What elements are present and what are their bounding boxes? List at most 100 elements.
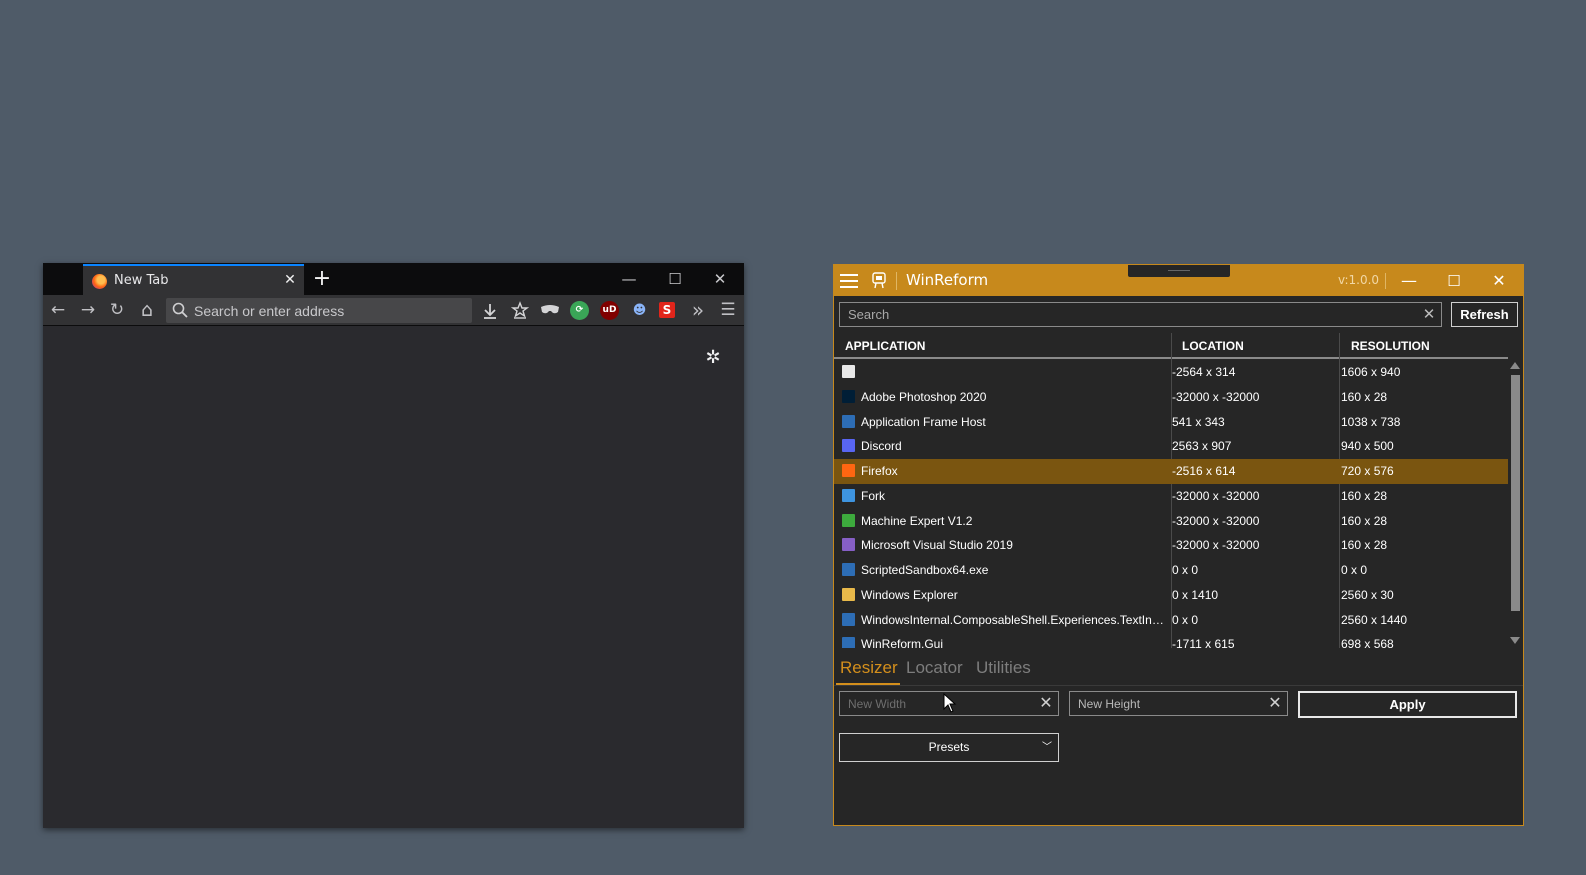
tab-new-tab[interactable]: New Tab ✕ [83, 264, 304, 295]
title-separator [896, 272, 897, 290]
app-window-icon [842, 612, 855, 626]
table-row[interactable]: WinReform.Gui -1711 x 615 698 x 568 [834, 632, 1508, 648]
row-application: Adobe Photoshop 2020 [861, 389, 987, 404]
column-header-resolution[interactable]: RESOLUTION [1351, 339, 1430, 353]
minimize-button[interactable]: — [617, 266, 641, 292]
presets-label: Presets [928, 740, 970, 754]
tab-utilities[interactable]: Utilities [976, 658, 1031, 678]
forward-button[interactable]: → [76, 298, 100, 322]
row-location: 0 x 1410 [1172, 587, 1219, 602]
new-width-input[interactable] [848, 692, 1028, 715]
table-row[interactable]: Adobe Photoshop 2020 -32000 x -32000 160 x… [834, 385, 1508, 410]
table-scrollbar[interactable] [1508, 358, 1523, 648]
search-input[interactable] [848, 303, 1418, 326]
column-header-application[interactable]: APPLICATION [845, 339, 925, 353]
hamburger-menu-icon[interactable] [840, 274, 858, 288]
app-title: WinReform [906, 271, 989, 289]
sync-icon[interactable]: ⟳ [570, 301, 589, 320]
app-window-icon [842, 563, 855, 576]
ghost-icon[interactable]: ☻ [630, 301, 649, 320]
ublock-icon[interactable]: uD [600, 301, 619, 320]
row-resolution: 160 x 28 [1341, 538, 1388, 553]
row-location: -2564 x 314 [1172, 365, 1236, 379]
maximize-button[interactable]: ☐ [663, 266, 687, 292]
row-location: 0 x 0 [1172, 563, 1199, 577]
table-row[interactable]: ScriptedSandbox64.exe 0 x 0 0 x 0 [834, 558, 1508, 583]
row-location: -32000 x -32000 [1172, 538, 1260, 553]
title-bar[interactable]: WinReform v:1.0.0 — ☐ ✕ [834, 265, 1523, 296]
firefox-icon [842, 464, 855, 477]
address-bar[interactable] [166, 298, 472, 323]
app-window-icon [842, 637, 855, 648]
new-height-input[interactable] [1078, 692, 1258, 715]
row-application: Fork [861, 488, 885, 503]
row-resolution: 1606 x 940 [1341, 365, 1401, 379]
mask-icon[interactable] [540, 303, 560, 317]
row-location: -32000 x -32000 [1172, 389, 1260, 404]
row-application: Discord [861, 439, 902, 454]
maximize-button[interactable]: ☐ [1440, 267, 1468, 295]
presets-dropdown[interactable]: Presets ﹀ [839, 733, 1059, 762]
tab-title: New Tab [114, 273, 169, 288]
row-location: 2563 x 907 [1172, 439, 1232, 454]
refresh-button[interactable]: Refresh [1451, 302, 1518, 327]
row-resolution: 2560 x 1440 [1341, 612, 1408, 627]
clear-width-icon[interactable]: ✕ [1037, 694, 1055, 712]
close-window-button[interactable]: ✕ [1485, 267, 1513, 295]
row-resolution: 160 x 28 [1341, 488, 1388, 503]
column-header-location[interactable]: LOCATION [1182, 339, 1244, 353]
table-row[interactable]: Firefox -2516 x 614 720 x 576 [834, 459, 1508, 484]
window-table: APPLICATION LOCATION RESOLUTION -2564 x … [834, 333, 1508, 648]
overflow-icon[interactable]: » [686, 298, 710, 322]
tab-resizer[interactable]: Resizer [840, 658, 898, 678]
row-location: -2516 x 614 [1172, 464, 1236, 478]
reload-button[interactable]: ↻ [105, 298, 129, 322]
firefox-window: New Tab ✕ + — ☐ ✕ ← → ↻ ⌂ Search or ente… [43, 263, 744, 828]
drag-grip[interactable] [1128, 265, 1230, 277]
discord-icon [842, 439, 855, 453]
close-tab-icon[interactable]: ✕ [282, 272, 298, 288]
gear-icon[interactable]: ✲ [703, 348, 723, 368]
minimize-button[interactable]: — [1395, 267, 1423, 295]
download-icon[interactable] [481, 302, 499, 320]
home-button[interactable]: ⌂ [135, 298, 159, 322]
menu-icon[interactable]: ☰ [716, 298, 740, 322]
mouse-cursor-icon [943, 693, 957, 713]
photoshop-icon [842, 389, 855, 403]
row-application: Machine Expert V1.2 [861, 513, 973, 528]
table-row[interactable]: Application Frame Host 541 x 343 1038 x 73… [834, 410, 1508, 435]
new-tab-button[interactable]: + [310, 267, 334, 291]
search-box[interactable]: ✕ [839, 302, 1442, 327]
height-field[interactable]: ✕ [1069, 691, 1288, 716]
mode-tabs: Resizer Locator Utilities [834, 655, 1523, 686]
table-row[interactable]: Fork -32000 x -32000 160 x 28 [834, 484, 1508, 509]
address-input[interactable] [194, 298, 466, 323]
table-row[interactable]: WindowsInternal.ComposableShell.Experien… [834, 608, 1508, 633]
navigation-toolbar: ← → ↻ ⌂ ⟳ uD ☻ S » ☰ [43, 295, 744, 326]
s-extension-icon[interactable]: S [659, 302, 675, 318]
window-icon [842, 365, 855, 378]
row-location: -1711 x 615 [1172, 637, 1235, 648]
close-window-button[interactable]: ✕ [708, 266, 732, 292]
table-row[interactable]: Microsoft Visual Studio 2019 -32000 x -32… [834, 533, 1508, 558]
row-location: -32000 x -32000 [1172, 513, 1260, 528]
table-row[interactable]: Windows Explorer 0 x 1410 2560 x 30 [834, 583, 1508, 608]
apply-button[interactable]: Apply [1298, 691, 1517, 718]
tab-locator[interactable]: Locator [906, 658, 963, 678]
scroll-down-icon[interactable] [1510, 637, 1520, 644]
back-button[interactable]: ← [46, 298, 70, 322]
winreform-window: WinReform v:1.0.0 — ☐ ✕ ✕ Refresh APPLIC… [833, 264, 1524, 826]
row-resolution: 0 x 0 [1341, 563, 1368, 577]
table-row[interactable]: Discord 2563 x 907 940 x 500 [834, 434, 1508, 459]
scroll-up-icon[interactable] [1510, 362, 1520, 369]
clear-search-icon[interactable]: ✕ [1421, 306, 1437, 322]
version-label: v:1.0.0 [1338, 273, 1380, 287]
bookmarks-icon[interactable] [511, 301, 529, 319]
row-resolution: 940 x 500 [1341, 439, 1394, 454]
row-resolution: 160 x 28 [1341, 513, 1388, 528]
table-row[interactable]: -2564 x 314 1606 x 940 [834, 360, 1508, 385]
clear-height-icon[interactable]: ✕ [1266, 694, 1284, 712]
scrollbar-thumb[interactable] [1511, 375, 1520, 611]
table-row[interactable]: Machine Expert V1.2 -32000 x -32000 160 x … [834, 509, 1508, 534]
row-application: ScriptedSandbox64.exe [861, 563, 989, 577]
